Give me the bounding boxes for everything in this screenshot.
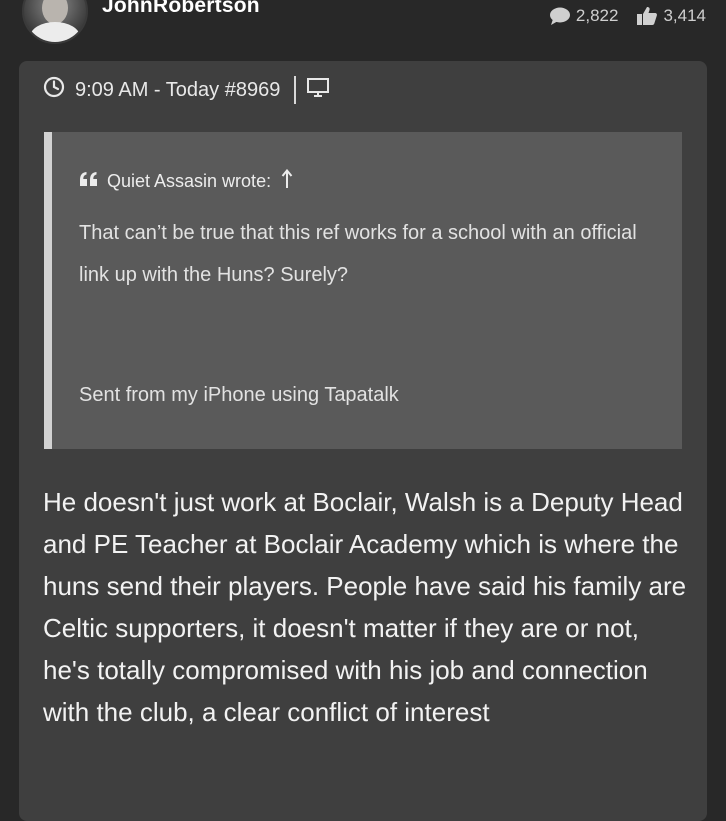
post-author-header: JohnRobertson 2,822 3,414 [0,0,726,60]
post-card: 9:09 AM - Today #8969 Quiet Assasin wrot… [19,61,707,821]
thumbs-up-icon [636,6,658,26]
quote-author-line[interactable]: Quiet Assasin wrote: [107,171,271,192]
quote-mark-icon [79,171,99,192]
avatar-face [42,0,68,24]
author-stats: 2,822 3,414 [549,6,706,26]
post-count: 2,822 [575,6,619,25]
avatar-shoulders [30,22,80,42]
post-timestamp[interactable]: 9:09 AM - Today #8969 [75,79,280,102]
quote-text: That can’t be true that this ref works f… [79,222,637,286]
user-avatar[interactable] [22,0,88,44]
post-meta: 9:09 AM - Today #8969 [43,76,330,104]
quote-signature: Sent from my iPhone using Tapatalk [79,384,399,406]
post-count-stat: 2,822 [549,6,619,26]
like-count-stat: 3,414 [636,6,706,26]
author-username[interactable]: JohnRobertson [102,0,260,18]
quote-block: Quiet Assasin wrote: That can’t be true … [44,132,682,449]
up-arrow-icon[interactable] [281,168,293,194]
monitor-icon [306,76,330,104]
speech-bubble-icon [549,6,571,26]
quote-header: Quiet Assasin wrote: [79,168,293,194]
like-count: 3,414 [663,6,706,25]
meta-divider [294,76,297,104]
clock-icon [43,76,65,104]
post-body: He doesn't just work at Boclair, Walsh i… [43,487,687,727]
